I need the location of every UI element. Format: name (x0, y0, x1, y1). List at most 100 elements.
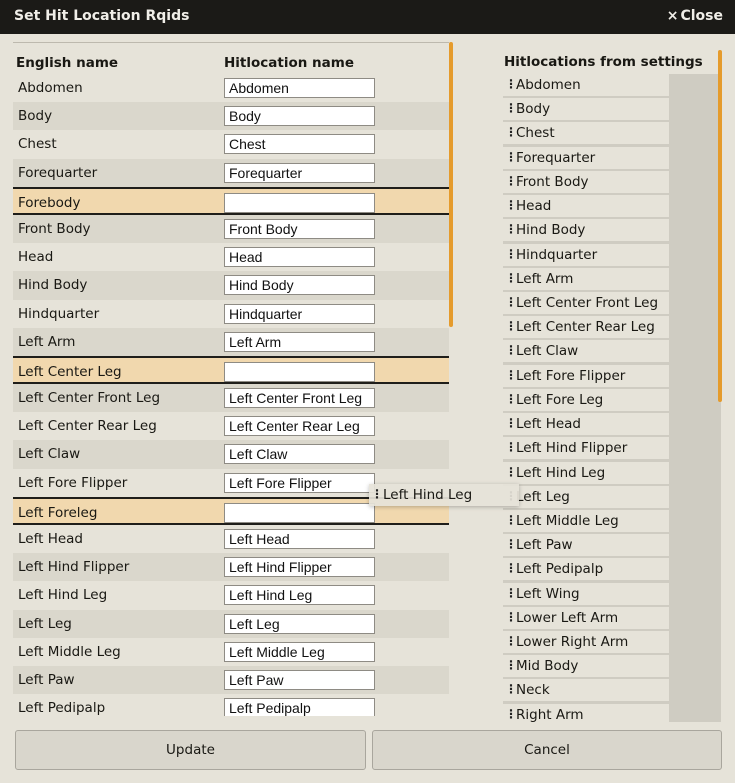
english-name-label: Abdomen (18, 80, 83, 96)
settings-item-label: Left Leg (516, 488, 570, 505)
close-button[interactable]: × Close (667, 8, 723, 24)
settings-list-item[interactable]: ⋮ Left Hind Leg (503, 461, 669, 484)
settings-list-item[interactable]: ⋮ Left Middle Leg (503, 509, 669, 532)
hitlocation-name-input[interactable] (224, 106, 375, 127)
table-row: Left Middle Leg (13, 638, 449, 666)
hitlocation-name-input[interactable] (224, 388, 375, 409)
left-scrollbar[interactable] (449, 42, 453, 327)
english-name-label: Left Center Rear Leg (18, 418, 157, 435)
hitlocation-name-input[interactable] (224, 331, 375, 352)
settings-list-item[interactable]: ⋮ Front Body (503, 170, 669, 193)
hitlocation-name-input[interactable] (224, 416, 375, 437)
settings-list-item[interactable]: ⋮ Left Paw (503, 534, 669, 557)
settings-item-label: Left Middle Leg (516, 512, 619, 529)
settings-list-item[interactable]: ⋮ Left Head (503, 413, 669, 436)
table-row: Front Body (13, 214, 449, 244)
settings-item-label: Left Center Rear Leg (516, 319, 655, 336)
table-row: Left Center Leg (13, 355, 449, 385)
cancel-button[interactable]: Cancel (372, 730, 722, 770)
update-button[interactable]: Update (15, 730, 366, 770)
settings-list-item[interactable]: ⋮ Hindquarter (503, 243, 669, 266)
english-name-label: Front Body (18, 220, 91, 237)
settings-list-item[interactable]: ⋮ Left Fore Flipper (503, 364, 669, 387)
settings-list-item[interactable]: ⋮ Head (503, 195, 669, 218)
settings-list-item[interactable]: ⋮ Abdomen (503, 74, 669, 96)
settings-list-item[interactable]: ⋮ Chest (503, 122, 669, 145)
settings-list-item[interactable]: ⋮ Left Pedipalp (503, 558, 669, 581)
hitlocation-name-input[interactable] (224, 192, 375, 213)
english-name-label: Left Foreleg (18, 504, 98, 521)
table-row: Forebody (13, 186, 449, 215)
settings-item-label: Left Fore Flipper (516, 367, 626, 384)
settings-list-item[interactable]: ⋮ Left Center Front Leg (503, 291, 669, 314)
settings-list-item[interactable]: ⋮ Lower Right Arm (503, 631, 669, 654)
english-name-label: Left Fore Flipper (18, 474, 128, 491)
hitlocation-name-input[interactable] (224, 472, 375, 493)
hitlocation-name-input[interactable] (224, 669, 375, 690)
settings-list-item[interactable]: ⋮ Left Hind Flipper (503, 437, 669, 460)
title-bar: Set Hit Location Rqids × Close (0, 0, 735, 34)
english-name-label: Left Center Leg (18, 363, 122, 380)
hitlocation-name-input[interactable] (224, 502, 375, 523)
hitlocation-name-input[interactable] (224, 361, 375, 382)
english-name-label: Left Pedipalp (18, 700, 106, 716)
settings-list-item[interactable]: ⋮ Lower Left Arm (503, 606, 669, 629)
hitlocation-name-input[interactable] (224, 78, 375, 98)
hitlocation-name-input[interactable] (224, 134, 375, 155)
settings-item-label: Forequarter (516, 149, 596, 166)
hitlocation-name-input[interactable] (224, 162, 375, 183)
close-label: Close (680, 8, 723, 24)
settings-list: ⋮ Abdomen ⋮ Body ⋮ Chest ⋮ Forequarter ⋮ Front Bo… (503, 74, 721, 722)
settings-list-item[interactable]: ⋮ Left Center Rear Leg (503, 316, 669, 339)
hitlocation-name-input[interactable] (224, 247, 375, 268)
settings-list-item[interactable]: ⋮ Forequarter (503, 146, 669, 169)
english-name-label: Chest (18, 136, 57, 153)
hitlocation-name-input[interactable] (224, 698, 375, 716)
settings-item-label: Left Arm (516, 270, 574, 287)
table-row: Chest (13, 130, 449, 158)
table-row: Head (13, 243, 449, 271)
settings-item-label: Left Fore Leg (516, 391, 604, 408)
settings-list-item[interactable]: ⋮ Right Arm (503, 703, 669, 722)
settings-list-item[interactable]: ⋮ Hind Body (503, 219, 669, 242)
mapping-table: English name Hitlocation name Abdomen Bod… (13, 42, 449, 716)
settings-list-item[interactable]: ⋮ Left Wing (503, 582, 669, 605)
english-name-label: Left Center Front Leg (18, 390, 161, 407)
table-row: Left Hind Leg (13, 581, 449, 609)
hitlocation-name-input[interactable] (224, 585, 375, 606)
settings-item-label: Body (516, 101, 551, 118)
settings-item-label: Lower Left Arm (516, 609, 619, 626)
hitlocation-name-input[interactable] (224, 303, 375, 324)
hitlocation-name-input[interactable] (224, 641, 375, 662)
table-row: Left Hind Flipper (13, 553, 449, 582)
table-row: Left Center Front Leg (13, 384, 449, 413)
hitlocation-name-input[interactable] (224, 444, 375, 465)
settings-list-panel: Hitlocations from settings ⋮ Abdomen ⋮ Body… (503, 42, 721, 722)
settings-item-label: Left Paw (516, 537, 573, 554)
hitlocation-name-input[interactable] (224, 613, 375, 634)
settings-item-label: Left Center Front Leg (516, 294, 659, 311)
settings-list-item[interactable]: ⋮ Body (503, 98, 669, 121)
hitlocation-name-input[interactable] (224, 275, 375, 296)
settings-list-item[interactable]: ⋮ Neck (503, 679, 669, 702)
right-scrollbar[interactable] (718, 50, 722, 402)
dialog-window: Set Hit Location Rqids × Close English na… (0, 0, 735, 783)
english-name-label: Hind Body (18, 277, 88, 294)
drag-ghost-label: Left Hind Leg (383, 487, 473, 503)
english-name-label: Left Arm (18, 333, 76, 350)
drag-ghost-item[interactable]: ⋮ Left Hind Leg (369, 484, 519, 506)
settings-list-item[interactable]: ⋮ Left Fore Leg (503, 388, 669, 411)
settings-item-label: Lower Right Arm (516, 634, 629, 651)
hitlocation-name-input[interactable] (224, 529, 375, 549)
settings-list-item[interactable]: ⋮ Left Claw (503, 340, 669, 363)
table-row: Left Paw (13, 665, 449, 695)
table-row: Left Pedipalp (13, 694, 449, 716)
settings-list-item[interactable]: ⋮ Mid Body (503, 655, 669, 678)
settings-item-label: Left Claw (516, 343, 579, 360)
table-row: Hindquarter (13, 300, 449, 328)
settings-list-item[interactable]: ⋮Left Leg (503, 485, 669, 508)
hitlocation-name-input[interactable] (224, 218, 375, 239)
hitlocation-name-input[interactable] (224, 557, 375, 578)
settings-list-item[interactable]: ⋮ Left Arm (503, 267, 669, 290)
english-name-label: Hindquarter (18, 305, 100, 322)
